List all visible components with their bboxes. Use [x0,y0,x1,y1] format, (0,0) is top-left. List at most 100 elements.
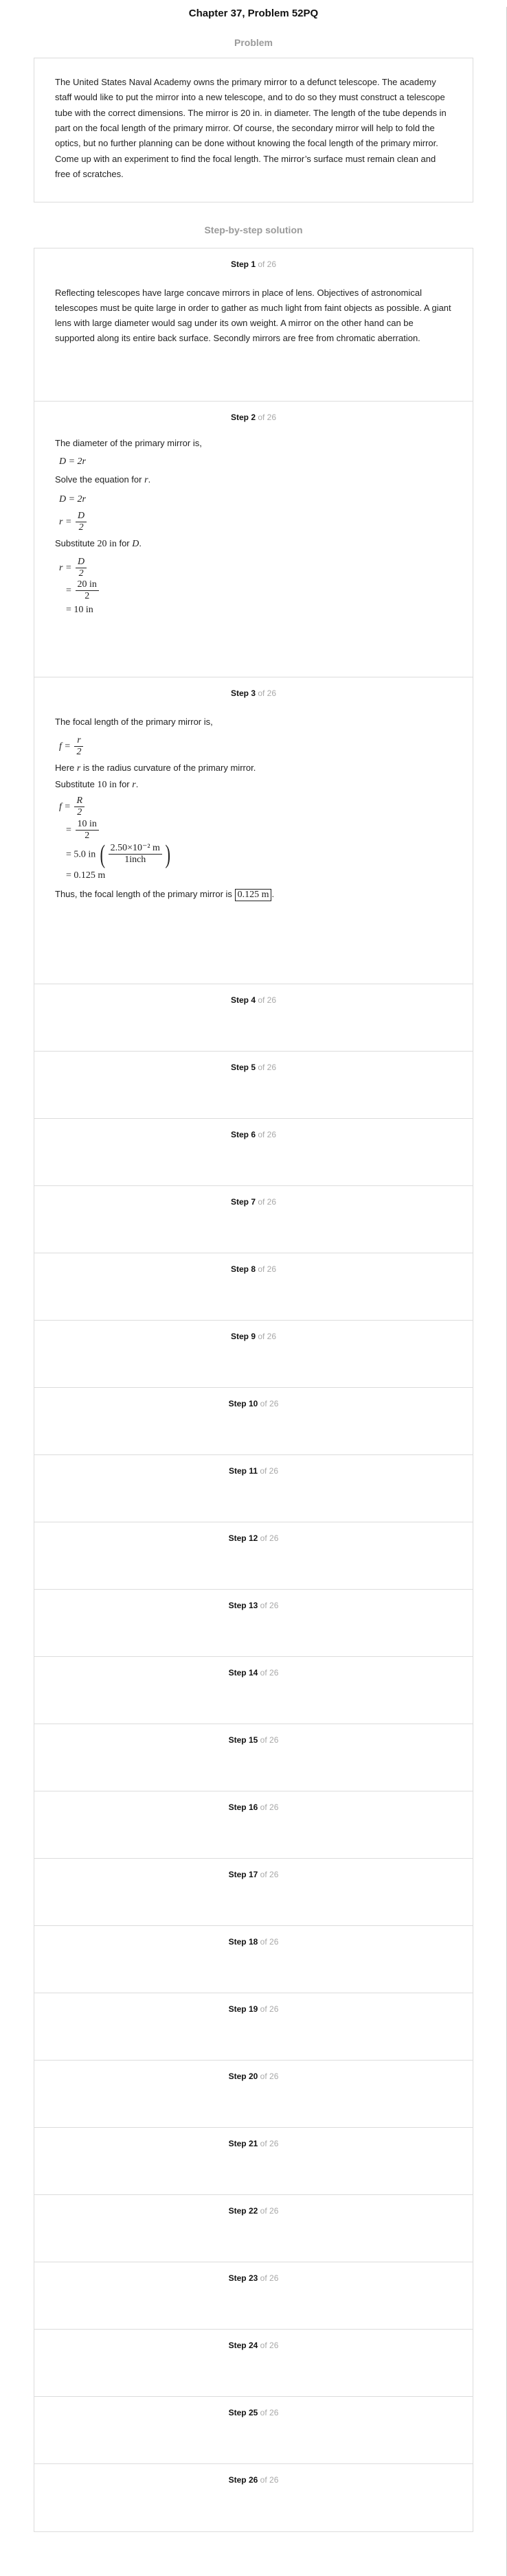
step-number: Step 17 [228,1869,258,1879]
step-number: Step 11 [228,1465,258,1476]
substitute-line: Substitute 20 in for D. [55,538,142,550]
problem-label: Problem [234,37,273,48]
step-26[interactable]: Step 26 of 26 [34,2464,473,2531]
step-24[interactable]: Step 24 of 26 [34,2330,473,2397]
step-header: Step 17 of 26 [55,1859,452,1881]
step-number: Step 20 [228,2071,258,2081]
step-total: of 26 [260,2273,279,2283]
step-number: Step 1 [230,259,256,269]
result-line: Thus, the focal length of the primary mi… [55,887,452,902]
step-7[interactable]: Step 7 of 26 [34,1186,473,1253]
step-total: of 26 [260,2205,279,2216]
equation: f = r2 [59,735,452,758]
step-header: Step 18 of 26 [55,1926,452,1948]
step-number: Step 9 [230,1331,256,1341]
fraction: D2 [76,511,87,533]
fraction: 10 in 2 [75,819,99,842]
calc-result: = 10 in [66,605,93,616]
step-total: of 26 [260,1667,279,1678]
step-10[interactable]: Step 10 of 26 [34,1388,473,1455]
step-total: of 26 [258,412,277,422]
equation: D = 2r [59,494,87,505]
solution-steps: Step 1 of 26 Reflecting telescopes have … [34,247,473,2532]
step-21[interactable]: Step 21 of 26 [34,2128,473,2195]
step-number: Step 5 [230,1062,256,1072]
step-number: Step 22 [228,2205,258,2216]
step-header: Step 12 of 26 [55,1522,452,1544]
fraction: 2.50×10⁻² m 1inch [108,843,162,866]
problem-box: The United States Naval Academy owns the… [34,58,473,202]
step-17[interactable]: Step 17 of 26 [34,1859,473,1926]
step-6[interactable]: Step 6 of 26 [34,1119,473,1186]
step-number: Step 19 [228,2004,258,2014]
step-header: Step 11 of 26 [55,1455,452,1477]
step-4[interactable]: Step 4 of 26 [34,984,473,1052]
step-header: Step 20 of 26 [55,2061,452,2082]
step-header: Step 3 of 26 [55,677,452,699]
step-total: of 26 [260,2071,279,2081]
step-14[interactable]: Step 14 of 26 [34,1657,473,1724]
step-number: Step 6 [230,1129,256,1139]
step-total: of 26 [258,1129,277,1139]
step-number: Step 12 [228,1533,258,1543]
step-total: of 26 [260,1734,279,1745]
step-total: of 26 [258,688,277,698]
step-total: of 26 [260,2474,279,2485]
calc-result: = 0.125 m [66,870,106,881]
step-total: of 26 [258,1264,277,1274]
step-25[interactable]: Step 25 of 26 [34,2397,473,2464]
step-number: Step 23 [228,2273,258,2283]
step-16[interactable]: Step 16 of 26 [34,1791,473,1859]
step-header: Step 6 of 26 [55,1119,452,1141]
step-number: Step 26 [228,2474,258,2485]
step-total: of 26 [258,995,277,1005]
step-header: Step 16 of 26 [55,1791,452,1813]
step-8[interactable]: Step 8 of 26 [34,1253,473,1321]
step-header: Step 5 of 26 [55,1052,452,1074]
here-line: Here r is the radius curvature of the pr… [55,762,256,774]
step-header: Step 26 of 26 [55,2464,452,2486]
step-number: Step 8 [230,1264,256,1274]
step-header: Step 8 of 26 [55,1253,452,1275]
step-23[interactable]: Step 23 of 26 [34,2262,473,2330]
step-3-intro: The focal length of the primary mirror i… [55,716,213,727]
step-2: Step 2 of 26 The diameter of the primary… [34,402,473,677]
step-total: of 26 [260,2340,279,2350]
step-number: Step 15 [228,1734,258,1745]
step-number: Step 7 [230,1196,256,1207]
step-header: Step 19 of 26 [55,1993,452,2015]
step-2-body: The diameter of the primary mirror is, D… [55,423,452,619]
step-total: of 26 [260,1600,279,1610]
step-number: Step 18 [228,1936,258,1947]
step-2-intro: The diameter of the primary mirror is, [55,437,202,448]
step-18[interactable]: Step 18 of 26 [34,1926,473,1993]
equation: D = 2r [59,456,87,467]
step-9[interactable]: Step 9 of 26 [34,1321,473,1388]
step-3: Step 3 of 26 The focal length of the pri… [34,677,473,984]
solve-line: Solve the equation for r. [55,474,151,486]
step-13[interactable]: Step 13 of 26 [34,1590,473,1657]
step-header: Step 25 of 26 [55,2397,452,2419]
step-header: Step 9 of 26 [55,1321,452,1343]
fraction: D2 [76,557,87,579]
step-5[interactable]: Step 5 of 26 [34,1052,473,1119]
step-total: of 26 [258,1331,277,1341]
step-total: of 26 [258,259,277,269]
step-total: of 26 [260,2138,279,2148]
step-total: of 26 [260,1533,279,1543]
step-20[interactable]: Step 20 of 26 [34,2061,473,2128]
step-number: Step 25 [228,2407,258,2417]
step-19[interactable]: Step 19 of 26 [34,1993,473,2061]
boxed-answer: 0.125 m [234,888,272,902]
step-total: of 26 [260,1869,279,1879]
step-total: of 26 [260,2004,279,2014]
step-number: Step 3 [230,688,256,698]
step-number: Step 14 [228,1667,258,1678]
fraction: R2 [74,796,85,818]
step-12[interactable]: Step 12 of 26 [34,1522,473,1590]
calculation: f = R2 = 10 in 2 = 5.0 in (2.50×10⁻² m 1in… [59,796,452,883]
step-15[interactable]: Step 15 of 26 [34,1724,473,1791]
step-11[interactable]: Step 11 of 26 [34,1455,473,1522]
page-title: Chapter 37, Problem 52PQ [188,8,319,19]
step-22[interactable]: Step 22 of 26 [34,2195,473,2262]
